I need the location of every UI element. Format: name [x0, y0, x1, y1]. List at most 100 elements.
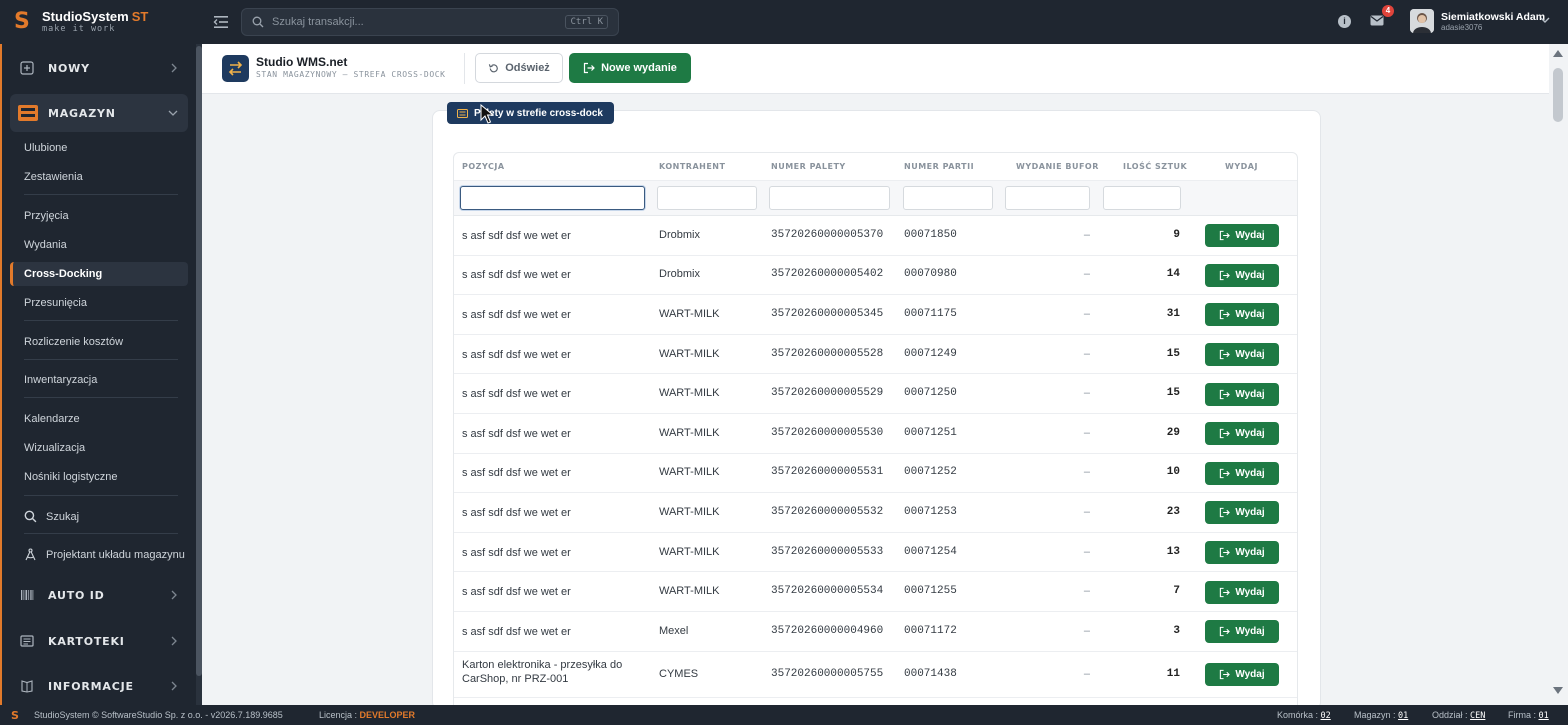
table-row[interactable]: s asf sdf dsf we wet er Drobmix 3572026000… — [454, 256, 1297, 296]
cell-numer-partii: 00071438 — [904, 667, 957, 680]
cell-wydanie-bufor: – — [1083, 347, 1090, 360]
chevron-down-icon[interactable] — [1540, 15, 1550, 25]
scroll-down-arrow-icon[interactable] — [1553, 687, 1563, 694]
chevron-right-icon — [171, 63, 177, 73]
wydaj-button[interactable]: Wydaj — [1205, 663, 1279, 687]
sidebar-item-przyjecia[interactable]: Przyjęcia — [24, 210, 69, 222]
filter-numer-palety-input[interactable] — [769, 186, 890, 210]
column-header-wydanie-bufor[interactable]: WYDANIE BUFOR — [1016, 162, 1099, 171]
barcode-icon — [21, 590, 34, 600]
wydaj-button[interactable]: Wydaj — [1205, 580, 1279, 604]
sign-out-icon — [1220, 349, 1231, 360]
cell-numer-partii: 00071175 — [904, 307, 957, 320]
wydaj-button[interactable]: Wydaj — [1205, 620, 1279, 644]
sidebar-item-inwentaryzacja[interactable]: Inwentaryzacja — [24, 374, 97, 386]
sidebar-item-nosniki-logistyczne[interactable]: Nośniki logistyczne — [24, 471, 118, 483]
sidebar-item-cross-docking[interactable]: Cross-Docking — [10, 262, 188, 286]
filter-pozycja-input[interactable] — [460, 186, 645, 210]
user-avatar[interactable] — [1410, 9, 1434, 33]
filter-ilosc-input[interactable] — [1103, 186, 1181, 210]
table-row[interactable]: s asf sdf dsf we wet er Mexel 357202600000… — [454, 612, 1297, 652]
column-header-numer-palety[interactable]: NUMER PALETY — [771, 162, 846, 171]
sidebar-section-informacje[interactable]: INFORMACJE — [10, 667, 188, 705]
cell-numer-partii: 00071255 — [904, 585, 957, 598]
refresh-button[interactable]: Odśwież — [475, 53, 563, 83]
table-row[interactable]: s asf sdf dsf we wet er WART-MILK 35720260… — [454, 454, 1297, 494]
cell-pozycja: s asf sdf dsf we wet er — [462, 586, 571, 599]
table-row[interactable]: s asf sdf dsf we wet er WART-MILK 35720260… — [454, 493, 1297, 533]
cell-ilosc: 7 — [1173, 585, 1180, 598]
sidebar-item-wydania[interactable]: Wydania — [24, 239, 67, 251]
info-icon[interactable]: i — [1338, 15, 1351, 28]
mail-icon[interactable] — [1370, 15, 1384, 26]
table-row[interactable]: s asf sdf dsf we wet er WART-MILK 35720260… — [454, 295, 1297, 335]
wydaj-button[interactable]: Wydaj — [1205, 461, 1279, 485]
sidebar-link-projektant[interactable]: Projektant układu magazynu — [24, 548, 185, 561]
column-header-pozycja[interactable]: POZYCJA — [462, 162, 505, 171]
cell-numer-partii: 00071850 — [904, 228, 957, 241]
user-login: adasie3076 — [1441, 23, 1483, 32]
cell-numer-palety: 35720260000004960 — [771, 624, 884, 637]
column-header-ilosc-sztuk[interactable]: ILOŚĆ SZTUK — [1123, 162, 1187, 171]
sidebar-scrollbar[interactable] — [196, 44, 202, 705]
sign-out-icon — [1220, 627, 1231, 637]
sidebar-link-szukaj[interactable]: Szukaj — [24, 510, 79, 523]
cell-kontrahent: WART-MILK — [659, 505, 720, 518]
card-file-icon — [20, 635, 34, 647]
filter-kontrahent-input[interactable] — [657, 186, 757, 210]
wydaj-button[interactable]: Wydaj — [1205, 263, 1279, 287]
table-row[interactable]: s asf sdf dsf we wet er WART-MILK 35720260… — [454, 374, 1297, 414]
chevron-right-icon — [171, 590, 177, 600]
table-row[interactable]: s asf sdf dsf we wet er WART-MILK 35720260… — [454, 533, 1297, 573]
cell-wydanie-bufor: – — [1083, 545, 1090, 558]
sidebar-item-kalendarze[interactable]: Kalendarze — [24, 413, 80, 425]
wydaj-button[interactable]: Wydaj — [1205, 382, 1279, 406]
wydaj-button[interactable]: Wydaj — [1205, 224, 1279, 248]
wydaj-button[interactable]: Wydaj — [1205, 422, 1279, 446]
scrollbar-thumb[interactable] — [1553, 68, 1563, 122]
wydaj-button[interactable]: Wydaj — [1205, 501, 1279, 525]
wydaj-label: Wydaj — [1235, 428, 1265, 440]
footer-firma[interactable]: Firma : 01 — [1508, 710, 1549, 721]
sidebar-item-przesuniecia[interactable]: Przesunięcia — [24, 297, 87, 309]
sidebar-section-auto-id[interactable]: AUTO ID — [10, 576, 188, 614]
wydaj-label: Wydaj — [1235, 669, 1265, 681]
wydaj-button[interactable]: Wydaj — [1205, 541, 1279, 565]
new-issue-label: Nowe wydanie — [601, 62, 677, 74]
sidebar-section-magazyn[interactable]: MAGAZYN — [10, 94, 188, 132]
user-name[interactable]: Siemiatkowski Adam — [1441, 11, 1545, 23]
main-scrollbar[interactable] — [1549, 44, 1568, 705]
cell-kontrahent: WART-MILK — [659, 347, 720, 360]
sign-out-icon — [1220, 310, 1231, 320]
sidebar-item-ulubione[interactable]: Ulubione — [24, 142, 67, 154]
collapse-menu-icon[interactable] — [212, 13, 230, 31]
sidebar-item-zestawienia[interactable]: Zestawienia — [24, 171, 83, 183]
sidebar-section-kartoteki[interactable]: KARTOTEKI — [10, 622, 188, 660]
brand-logo[interactable]: S StudioSystem ST make it work — [0, 0, 200, 44]
table-row[interactable]: Karton elektronika - przesyłka do CarSho… — [454, 652, 1297, 698]
cell-pozycja: s asf sdf dsf we wet er — [462, 388, 571, 401]
wydaj-button[interactable]: Wydaj — [1205, 303, 1279, 327]
footer-oddzial[interactable]: Oddział : CEN — [1432, 710, 1485, 721]
table-row[interactable]: s asf sdf dsf we wet er WART-MILK 35720260… — [454, 335, 1297, 375]
new-issue-button[interactable]: Nowe wydanie — [569, 53, 691, 83]
filter-wydanie-bufor-input[interactable] — [1005, 186, 1090, 210]
cell-numer-partii: 00071254 — [904, 545, 957, 558]
footer-magazyn[interactable]: Magazyn : 01 — [1354, 710, 1408, 721]
search-input[interactable] — [272, 16, 552, 28]
column-header-numer-partii[interactable]: NUMER PARTII — [904, 162, 974, 171]
sidebar-section-nowy[interactable]: NOWY — [10, 49, 188, 87]
filter-numer-partii-input[interactable] — [903, 186, 993, 210]
table-row[interactable]: s asf sdf dsf we wet er Drobmix 3572026000… — [454, 216, 1297, 256]
page-title: Studio WMS.net — [256, 55, 348, 69]
column-header-kontrahent[interactable]: KONTRAHENT — [659, 162, 725, 171]
sidebar-item-wizualizacja[interactable]: Wizualizacja — [24, 442, 85, 454]
wydaj-button[interactable]: Wydaj — [1205, 343, 1279, 367]
scroll-up-arrow-icon[interactable] — [1553, 50, 1563, 57]
footer-komorka[interactable]: Komórka : 02 — [1277, 710, 1331, 721]
table-row[interactable]: s asf sdf dsf we wet er WART-MILK 35720260… — [454, 572, 1297, 612]
transaction-search[interactable]: Ctrl K — [241, 8, 619, 36]
sidebar-item-rozliczenie-kosztow[interactable]: Rozliczenie kosztów — [24, 336, 123, 348]
cell-numer-palety: 35720260000005755 — [771, 667, 884, 680]
table-row[interactable]: s asf sdf dsf we wet er WART-MILK 35720260… — [454, 414, 1297, 454]
